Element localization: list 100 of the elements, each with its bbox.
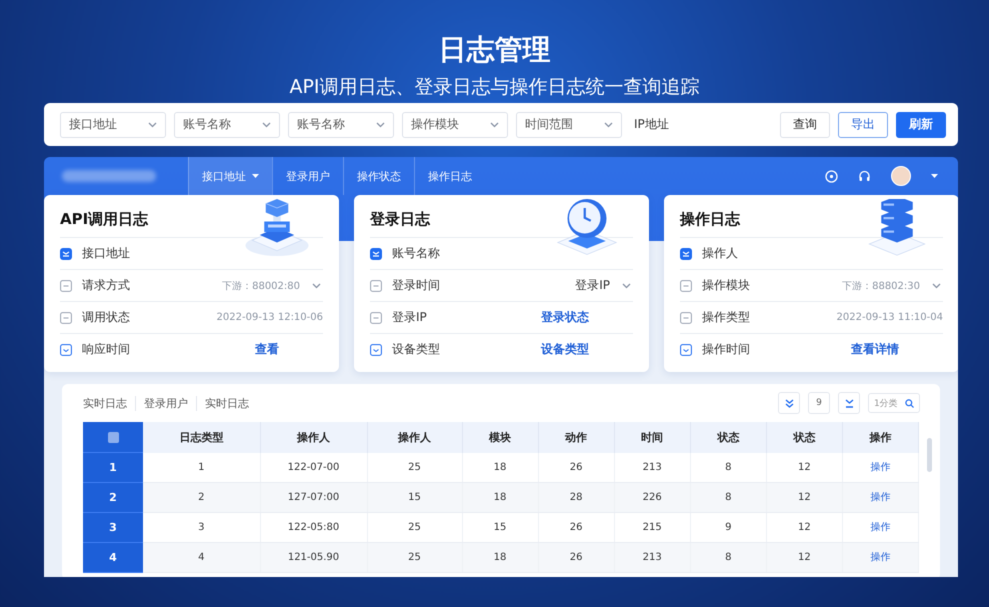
table-cell: 1	[143, 452, 260, 482]
page-title: 日志管理	[438, 32, 552, 68]
column-header: 时间	[614, 422, 690, 452]
table-cell: 122-05:80	[260, 512, 367, 542]
row-icon	[60, 312, 72, 324]
filter-tab[interactable]: 实时日志	[196, 396, 257, 410]
table-cell: 26	[538, 512, 614, 542]
column-header: 状态	[690, 422, 766, 452]
select-all-checkbox[interactable]	[108, 432, 118, 443]
table-cell: 8	[690, 452, 766, 482]
column-header: 操作	[842, 422, 918, 452]
chevron-down-icon	[148, 122, 157, 128]
chevron-down-icon	[262, 122, 271, 128]
double-chevron-icon	[784, 398, 794, 408]
table-cell: 12	[766, 482, 842, 512]
search-field[interactable]: 1分类	[868, 393, 920, 413]
field-label: 操作时间	[702, 341, 751, 358]
filter-button[interactable]	[838, 392, 860, 414]
table-cell: 226	[614, 482, 690, 512]
column-header: 日志类型	[143, 422, 260, 452]
expand-button[interactable]	[778, 392, 800, 414]
table-cell: 121-05.90	[260, 542, 367, 572]
search-icon	[905, 398, 914, 408]
filter-tab[interactable]: 实时日志	[83, 396, 135, 410]
table-cell: 25	[367, 542, 462, 572]
table-cell: 25	[367, 512, 462, 542]
table-cell: 213	[614, 452, 690, 482]
field-label: 接口地址	[82, 245, 131, 262]
column-header: 操作人	[260, 422, 367, 452]
column-header: 操作人	[367, 422, 462, 452]
avatar[interactable]	[891, 166, 911, 186]
row-icon	[370, 344, 382, 356]
value-select[interactable]: 登录IP	[575, 277, 633, 294]
detail-link[interactable]: 设备类型	[541, 341, 589, 358]
field-label: 操作模块	[702, 277, 751, 294]
filter-select[interactable]: 时间范围	[516, 112, 622, 138]
column-header: 状态	[766, 422, 842, 452]
row-icon	[60, 280, 72, 292]
table-cell: 15	[462, 512, 538, 542]
table-cell: 2	[143, 482, 260, 512]
table-cell: 215	[614, 512, 690, 542]
table-cell: 12	[766, 542, 842, 572]
table-cell: 12	[766, 512, 842, 542]
compass-icon[interactable]	[825, 170, 838, 182]
count-button[interactable]: 9	[808, 392, 830, 414]
row-icon	[60, 344, 72, 356]
card-title: API调用日志	[60, 209, 150, 229]
filter-button[interactable]: 查询	[780, 112, 830, 138]
ip-label: IP地址	[634, 116, 670, 133]
filter-tab[interactable]: 登录用户	[135, 396, 196, 410]
caret-icon[interactable]	[931, 174, 938, 178]
chevron-down-icon	[312, 282, 321, 288]
detail-link[interactable]: 查看详情	[851, 341, 899, 358]
action-link[interactable]: 操作	[870, 462, 890, 473]
field-label: 调用状态	[82, 309, 131, 326]
filter-button[interactable]: 导出	[838, 112, 888, 138]
card-title: 操作日志	[680, 209, 742, 229]
field-label: 操作类型	[702, 309, 751, 326]
column-header: 动作	[538, 422, 614, 452]
table-cell: 8	[690, 482, 766, 512]
row-icon	[680, 344, 692, 356]
table-cell: 9	[690, 512, 766, 542]
table-cell: 12	[766, 452, 842, 482]
action-link[interactable]: 操作	[870, 552, 890, 563]
filter-select[interactable]: 账号名称	[288, 112, 394, 138]
scrollbar-thumb[interactable]	[927, 438, 932, 472]
row-icon	[680, 280, 692, 292]
chevron-down-icon	[932, 282, 941, 288]
table-cell: 18	[462, 452, 538, 482]
action-link[interactable]: 操作	[870, 522, 890, 533]
table-cell: 15	[367, 482, 462, 512]
table-cell: 122-07-00	[260, 452, 367, 482]
page-subtitle: API调用日志、登录日志与操作日志统一查询追踪	[288, 75, 701, 100]
headset-icon[interactable]	[858, 170, 871, 182]
value-select[interactable]: 下游：88002:80	[222, 278, 323, 292]
column-header: 模块	[462, 422, 538, 452]
chevron-down-icon	[622, 282, 631, 288]
filter-button[interactable]: 刷新	[896, 112, 946, 138]
row-icon	[370, 248, 382, 260]
table-cell: 18	[462, 482, 538, 512]
detail-link[interactable]: 登录状态	[541, 309, 589, 326]
nav-tab[interactable]: 接口地址	[188, 157, 272, 195]
row-icon	[60, 248, 72, 260]
timestamp-text: 2022-09-13 11:10-04	[836, 312, 943, 323]
table-cell: 127-07:00	[260, 482, 367, 512]
row-icon	[680, 248, 692, 260]
table-cell: 26	[538, 542, 614, 572]
filter-select[interactable]: 接口地址	[60, 112, 166, 138]
timestamp-text: 2022-09-13 12:10-06	[216, 312, 323, 323]
field-label: 登录IP	[392, 309, 428, 326]
detail-link[interactable]: 查看	[255, 341, 279, 358]
table-cell: 26	[538, 452, 614, 482]
filter-select[interactable]: 操作模块	[402, 112, 508, 138]
value-select[interactable]: 下游：88802:30	[842, 278, 943, 292]
action-link[interactable]: 操作	[870, 492, 890, 503]
chevron-down-icon	[490, 122, 499, 128]
field-label: 登录时间	[392, 277, 441, 294]
field-label: 响应时间	[82, 341, 131, 358]
table-cell: 28	[538, 482, 614, 512]
filter-select[interactable]: 账号名称	[174, 112, 280, 138]
